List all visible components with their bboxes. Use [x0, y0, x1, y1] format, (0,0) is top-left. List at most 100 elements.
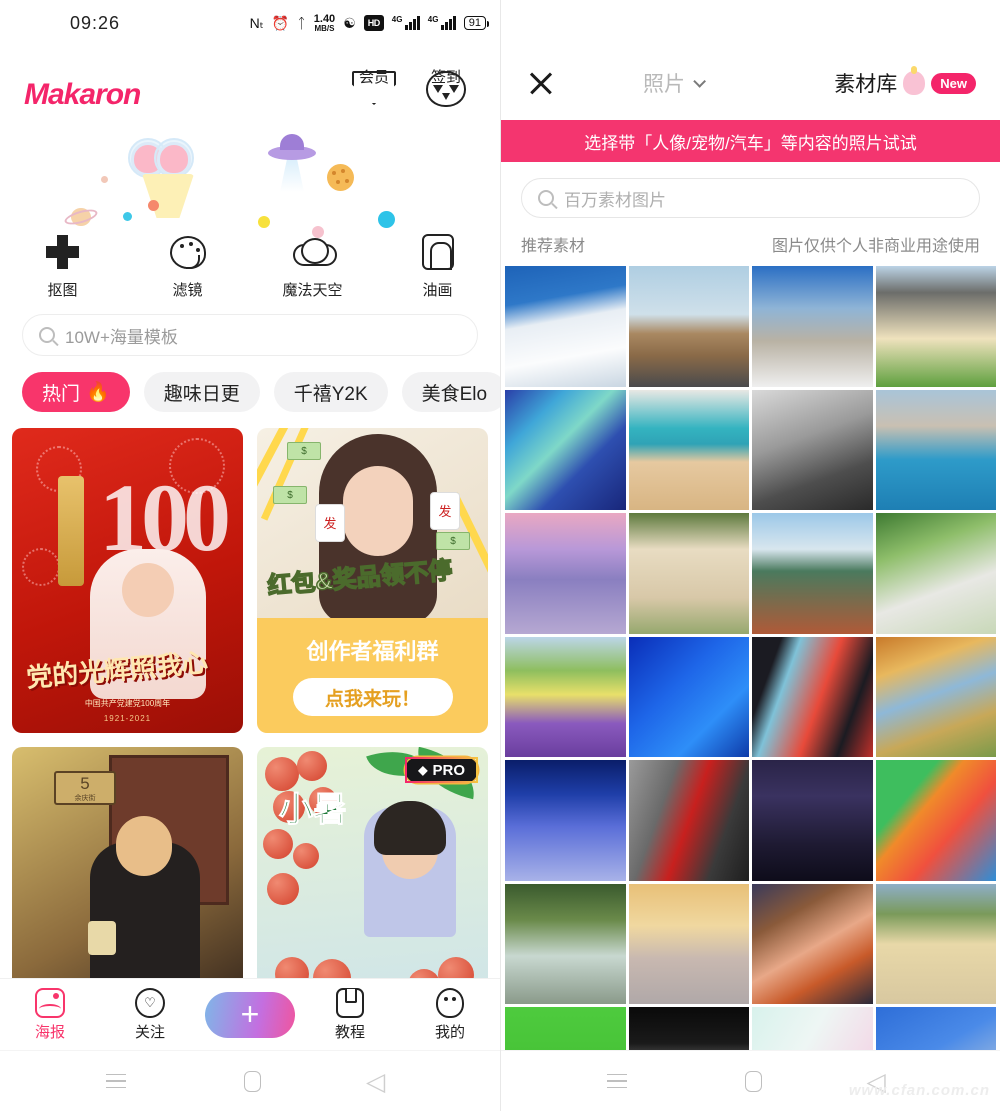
tab-food[interactable]: 美食Elo — [401, 372, 500, 412]
photo-cell-abstract-blue-paint-swirl[interactable] — [505, 389, 626, 510]
close-icon[interactable] — [525, 67, 557, 99]
photo-cell-lavender-field[interactable] — [505, 636, 626, 757]
menu-icon[interactable] — [606, 1073, 627, 1089]
nav-profile-label: 我的 — [434, 1024, 465, 1041]
tool-magic-sky-label: 魔法天空 — [282, 282, 343, 299]
left-phone-panel: 09:26 Nₜ ⏰ ᛏ 1.40 MB/S ☯ HD 91 Makaron 会… — [0, 0, 500, 1111]
photo-cell-golden-sunset-sea[interactable] — [628, 883, 749, 1004]
right-phone-panel: 照片 素材库 New 选择带「人像/宠物/汽车」等内容的照片试试 百万素材图片 … — [500, 0, 1000, 1111]
vip-button[interactable]: 会员 — [348, 66, 400, 105]
xiaoshu-title: 小暑 — [279, 791, 348, 829]
photo-cell-chateau-mansion-trees[interactable] — [628, 513, 749, 634]
photo-cell-purple-lake-pier-moon[interactable] — [505, 513, 626, 634]
tutorial-book-icon — [300, 987, 400, 1019]
nav-follow[interactable]: ♡ 关注 — [100, 987, 200, 1042]
tool-oil-painting[interactable]: 油画 — [375, 231, 500, 300]
signal-4g-icon-1 — [392, 15, 420, 30]
bluetooth-icon: ᛏ — [297, 15, 306, 31]
ufo-decoration — [268, 134, 316, 192]
nav-create[interactable]: + — [200, 991, 300, 1038]
magic-sky-cloud-icon — [250, 231, 375, 273]
oil-painting-icon — [375, 231, 500, 273]
template-card-redpacket[interactable]: $ $ $ 发 发 红包&奖品领不停 创作者福利群 点我来玩！ — [257, 428, 488, 733]
photo-cell-street-art-face-mural[interactable] — [752, 636, 873, 757]
street-plate: 5 余庆街 — [54, 771, 116, 805]
photo-cell-blue-tunnel-abstract[interactable] — [628, 636, 749, 757]
photo-cell-geometric-color-blocks[interactable] — [875, 760, 996, 881]
nav-poster[interactable]: 海报 — [0, 987, 100, 1042]
photo-source-dropdown[interactable]: 照片 — [643, 68, 706, 98]
diamond-icon: ◆ — [418, 763, 428, 777]
material-search-placeholder: 百万素材图片 — [564, 190, 666, 210]
street-model — [90, 816, 200, 997]
tool-magic-sky[interactable]: 魔法天空 — [250, 231, 375, 300]
photo-cell-classical-palace-lawn[interactable] — [875, 266, 996, 387]
watermark: www.cfan.com.cn — [848, 1082, 990, 1099]
tip-banner: 选择带「人像/宠物/汽车」等内容的照片试试 — [501, 120, 1000, 162]
photo-cell-tennis-court[interactable] — [752, 513, 873, 634]
bill-decoration: $ — [287, 442, 321, 460]
tab-fun-daily[interactable]: 趣味日更 — [143, 372, 260, 412]
search-icon — [538, 190, 554, 206]
menu-icon[interactable] — [106, 1073, 126, 1089]
tool-cutout[interactable]: 抠图 — [0, 231, 125, 300]
category-tabs: 热门 🔥 趣味日更 千禧Y2K 美食Elo — [0, 372, 500, 428]
photo-cell-rooftop-pool-city[interactable] — [875, 389, 996, 510]
tab-hot[interactable]: 热门 🔥 — [22, 372, 130, 412]
mahjong-tile: 发 — [430, 492, 460, 530]
material-library-button[interactable]: 素材库 New — [834, 66, 976, 98]
nav-poster-label: 海报 — [34, 1024, 65, 1041]
photo-cell-beach-driftwood[interactable] — [628, 389, 749, 510]
material-photo-grid — [501, 266, 1000, 1111]
home-square-icon[interactable] — [244, 1070, 261, 1092]
signal-4g-icon-2 — [428, 15, 456, 30]
hd-icon: HD — [363, 15, 384, 31]
section-label: 推荐素材 — [521, 238, 586, 255]
redpacket-cta-button[interactable]: 点我来玩！ — [292, 678, 453, 716]
photo-cell-modern-tower-bw[interactable] — [752, 389, 873, 510]
home-square-icon[interactable] — [744, 1070, 762, 1092]
photo-cell-cumulus-clouds-blue-sky[interactable] — [505, 266, 626, 387]
poster-icon — [0, 987, 100, 1019]
template-card-street[interactable]: 5 余庆街 — [12, 747, 243, 997]
app-bottom-nav: 海报 ♡ 关注 + 教程 我的 — [0, 978, 500, 1050]
cutout-icon — [0, 231, 125, 273]
template-card-xiaoshu[interactable]: 小暑 ◆ PRO — [257, 747, 488, 997]
tool-filter[interactable]: 滤镜 — [125, 231, 250, 300]
photo-cell-graffiti-portrait-face[interactable] — [752, 883, 873, 1004]
plus-create-icon[interactable]: + — [205, 991, 295, 1038]
nav-tutorial[interactable]: 教程 — [300, 987, 400, 1042]
street-plate-sub: 余庆街 — [74, 795, 96, 802]
photo-cell-colorful-alley-houses[interactable] — [875, 636, 996, 757]
tab-y2k[interactable]: 千禧Y2K — [273, 372, 388, 412]
photo-cell-london-phone-booth-bw[interactable] — [628, 760, 749, 881]
mahjong-tile: 发 — [315, 504, 345, 542]
redpacket-panel: 创作者福利群 点我来玩！ — [257, 618, 488, 733]
back-triangle-icon[interactable] — [366, 1067, 394, 1097]
heart-follow-icon: ♡ — [100, 987, 200, 1019]
template-card-cpc[interactable]: 100 党的光辉照我心 中国共产党建党100周年 1921-2021 — [12, 428, 243, 733]
network-speed-unit: MB/S — [314, 23, 335, 33]
material-search-bar[interactable]: 百万素材图片 — [521, 178, 980, 218]
android-nav-bar-left — [0, 1050, 500, 1111]
photo-cell-desert-road-mountains[interactable] — [628, 266, 749, 387]
bill-decoration: $ — [273, 486, 307, 504]
network-speed-value: 1.40 — [313, 12, 336, 25]
battery-icon: 91 — [463, 16, 490, 30]
new-badge: New — [931, 72, 976, 94]
checkin-button[interactable]: 签到 — [420, 66, 472, 107]
photo-cell-waterfall-forest[interactable] — [505, 883, 626, 1004]
material-section-meta: 推荐素材 图片仅供个人非商业用途使用 — [501, 218, 1000, 266]
app-logo: Makaron — [24, 78, 141, 111]
template-search-bar[interactable]: 10W+海量模板 — [22, 314, 478, 356]
alarm-icon: ⏰ — [271, 15, 290, 31]
dot-decoration — [148, 200, 159, 211]
photo-cell-garden-terrace-chairs[interactable] — [875, 513, 996, 634]
photo-cell-wooden-boardwalk-beach[interactable] — [875, 883, 996, 1004]
photo-cell-hot-air-balloons-rocks[interactable] — [752, 266, 873, 387]
cookie-planet-decoration — [327, 164, 354, 191]
redpacket-photo: $ $ $ 发 发 红包&奖品领不停 — [257, 428, 488, 618]
nav-profile[interactable]: 我的 — [400, 987, 500, 1042]
photo-cell-blue-mountain-night[interactable] — [505, 760, 626, 881]
photo-cell-dark-mountain-cabin[interactable] — [752, 760, 873, 881]
